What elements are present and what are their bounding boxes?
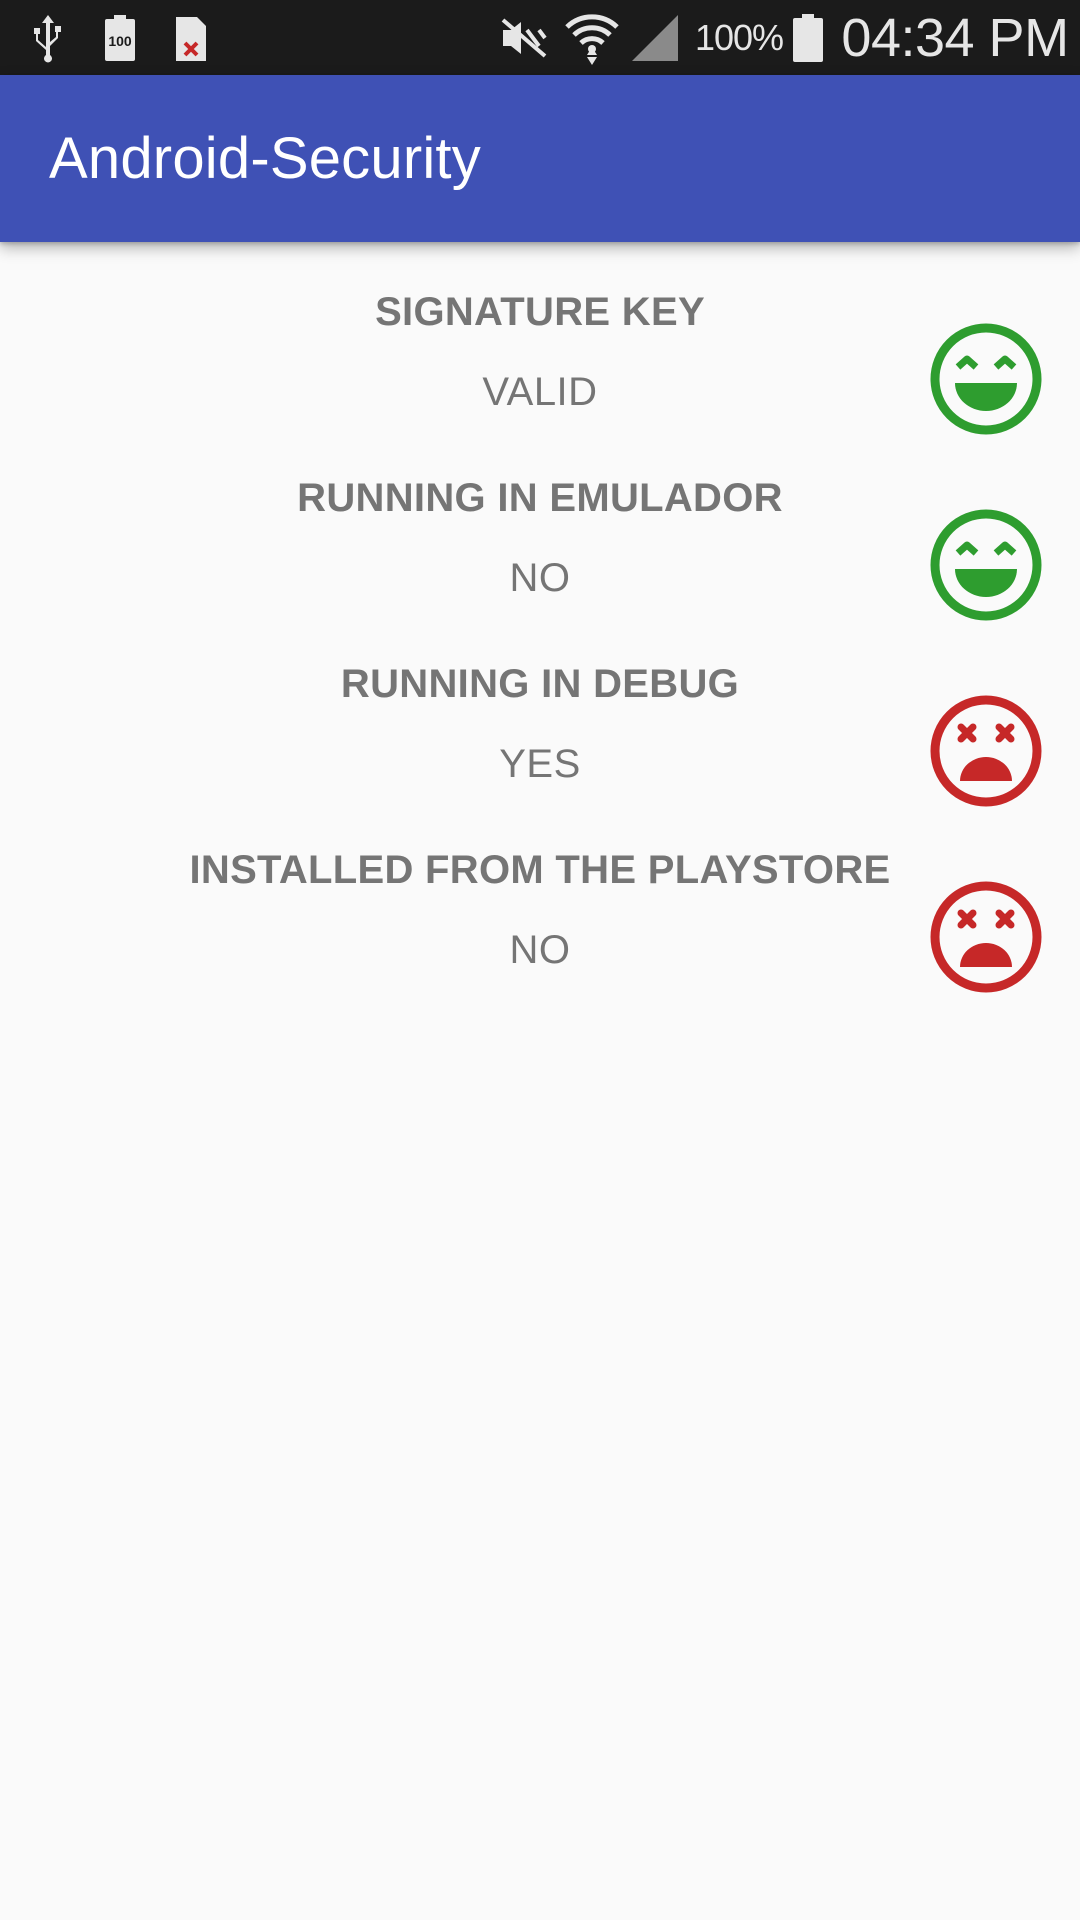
battery-percent: 100%: [694, 16, 784, 58]
sad-face-icon: [930, 695, 1042, 807]
battery-100-icon: 100: [102, 0, 138, 75]
vibrate-mute-icon: [498, 0, 550, 75]
check-label: RUNNING IN EMULADOR: [297, 476, 783, 520]
battery-icon: [790, 0, 826, 75]
cell-signal-icon: [630, 0, 680, 75]
check-row-playstore: INSTALLED FROM THE PLAYSTORE NO: [0, 822, 1080, 1008]
check-row-signature-key: SIGNATURE KEY VALID: [0, 264, 1080, 450]
status-bar: 100 100% 04:34 PM: [0, 0, 1080, 75]
no-sim-icon: [173, 0, 209, 75]
clock: 04:34 PM: [841, 7, 1069, 68]
check-row-emulator: RUNNING IN EMULADOR NO: [0, 450, 1080, 636]
sad-face-icon: [930, 881, 1042, 993]
check-value: YES: [499, 742, 581, 786]
app-bar: Android-Security: [0, 75, 1080, 242]
happy-face-icon: [930, 323, 1042, 435]
app-title: Android-Security: [49, 126, 481, 191]
check-label: INSTALLED FROM THE PLAYSTORE: [189, 848, 891, 892]
wifi-icon: [564, 0, 620, 75]
check-row-debug: RUNNING IN DEBUG YES: [0, 636, 1080, 822]
check-value: NO: [509, 928, 571, 972]
check-label: RUNNING IN DEBUG: [340, 662, 740, 706]
svg-text:100: 100: [108, 33, 132, 49]
check-value: VALID: [482, 370, 598, 414]
check-value: NO: [509, 556, 571, 600]
check-label: SIGNATURE KEY: [375, 290, 705, 334]
usb-icon: [30, 0, 66, 75]
happy-face-icon: [930, 509, 1042, 621]
